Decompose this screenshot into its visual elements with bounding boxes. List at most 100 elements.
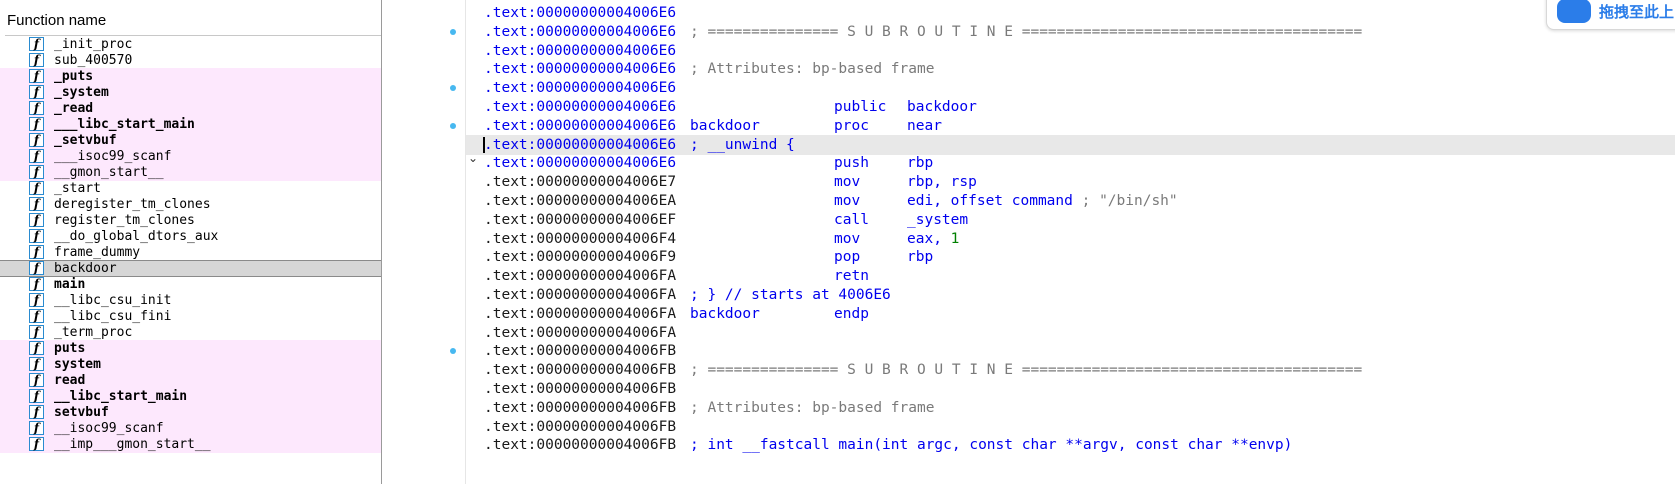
mnemonic: pop xyxy=(834,249,861,266)
function-list-header[interactable]: Function name xyxy=(5,8,381,36)
operands: near xyxy=(907,116,942,136)
function-icon: f xyxy=(29,437,44,451)
function-icon: f xyxy=(29,133,44,147)
disasm-line[interactable]: .text:00000000004006FA backdoor endp xyxy=(466,304,1675,324)
function-icon: f xyxy=(29,373,44,387)
function-list-item[interactable]: f _setvbuf xyxy=(0,132,381,149)
disasm-line[interactable]: .text:00000000004006F4 mov eax, 1 xyxy=(466,229,1675,249)
function-list-item[interactable]: f system xyxy=(0,356,381,373)
address: .text:00000000004006E6 xyxy=(484,23,677,40)
function-icon: f xyxy=(29,261,44,275)
function-name: _puts xyxy=(54,69,94,84)
label: backdoor xyxy=(690,117,760,134)
disasm-line[interactable]: .text:00000000004006F9 pop rbp xyxy=(466,247,1675,267)
disasm-line[interactable]: .text:00000000004006FB ; Attributes: bp-b… xyxy=(466,398,1675,418)
function-list-panel[interactable]: Function name f _init_proc f sub_400570 f _pu… xyxy=(0,0,382,484)
function-icon: f xyxy=(29,149,44,163)
function-name: _setvbuf xyxy=(54,133,117,148)
operand-text: rbp xyxy=(907,155,934,172)
function-list-item[interactable]: f setvbuf xyxy=(0,404,381,421)
function-list-item[interactable]: f ___isoc99_scanf xyxy=(0,148,381,165)
operand-text: rbp xyxy=(907,249,934,266)
disasm-line[interactable]: .text:00000000004006E6 xyxy=(466,41,1675,61)
function-list-item[interactable]: f _init_proc xyxy=(0,36,381,53)
mnemonic: public xyxy=(834,99,887,115)
disasm-line[interactable]: .text:00000000004006FA retn xyxy=(466,266,1675,286)
function-list-item[interactable]: f _read xyxy=(0,100,381,117)
function-list-item[interactable]: f __libc_csu_init xyxy=(0,292,381,309)
drag-drop-widget[interactable]: 拖拽至此上 xyxy=(1546,0,1675,30)
comment: ; __unwind { xyxy=(690,136,795,153)
address: .text:00000000004006FB xyxy=(484,399,677,416)
disassembly-view[interactable]: .text:00000000004006E6 .text:000000000040… xyxy=(465,0,1675,484)
disasm-line[interactable]: .text:00000000004006FB ; int __fastcall m… xyxy=(466,435,1675,455)
function-list-item[interactable]: f sub_400570 xyxy=(0,52,381,69)
disasm-line[interactable]: .text:00000000004006FA ; } // starts at 4… xyxy=(466,285,1675,305)
function-list-item[interactable]: f main xyxy=(0,276,381,293)
function-list-item[interactable]: f register_tm_clones xyxy=(0,212,381,229)
operands: edi, offset command ; "/bin/sh" xyxy=(907,191,1178,211)
disasm-line[interactable]: .text:00000000004006E6 xyxy=(466,3,1675,23)
function-icon: f xyxy=(29,117,44,131)
disasm-line[interactable]: .text:00000000004006E6 xyxy=(466,78,1675,98)
function-name: __do_global_dtors_aux xyxy=(54,229,219,244)
function-icon: f xyxy=(29,277,44,291)
function-name: backdoor xyxy=(54,261,117,276)
function-list-item[interactable]: f puts xyxy=(0,340,381,357)
address: .text:00000000004006E6 xyxy=(484,136,677,153)
function-list-item[interactable]: f frame_dummy xyxy=(0,244,381,261)
function-name: main xyxy=(54,277,86,292)
function-list-item[interactable]: f __isoc99_scanf xyxy=(0,420,381,437)
string-comment: ; "/bin/sh" xyxy=(1072,193,1178,209)
function-list-item[interactable]: f __libc_csu_fini xyxy=(0,308,381,325)
function-list-item[interactable]: f _start xyxy=(0,180,381,197)
disasm-line[interactable]: .text:00000000004006FB xyxy=(466,417,1675,437)
disasm-line[interactable]: .text:00000000004006FB xyxy=(466,341,1675,361)
function-list-item[interactable]: f backdoor xyxy=(0,260,381,277)
collapse-chevron-icon[interactable]: ⌄ xyxy=(468,151,478,165)
function-list-item[interactable]: f deregister_tm_clones xyxy=(0,196,381,213)
disasm-line[interactable]: .text:00000000004006E6 ; =============== … xyxy=(466,22,1675,42)
disasm-line[interactable]: .text:00000000004006EF call _system xyxy=(466,210,1675,230)
operands: rbp, rsp xyxy=(907,172,977,192)
disasm-line[interactable]: .text:00000000004006E6 ; Attributes: bp-b… xyxy=(466,59,1675,79)
operands: rbp xyxy=(907,153,933,173)
function-name: sub_400570 xyxy=(54,53,133,68)
function-name: _system xyxy=(54,85,109,100)
function-name: __libc_csu_fini xyxy=(54,309,172,324)
address: .text:00000000004006FB xyxy=(484,362,677,379)
function-list-item[interactable]: f __libc_start_main xyxy=(0,388,381,405)
breakpoint-dot[interactable] xyxy=(450,28,456,35)
function-list-item[interactable]: f read xyxy=(0,372,381,389)
disasm-line[interactable]: .text:00000000004006EA mov edi, offset com… xyxy=(466,191,1675,211)
function-list-item[interactable]: f _term_proc xyxy=(0,324,381,341)
function-name: ___isoc99_scanf xyxy=(54,149,172,164)
function-icon: f xyxy=(29,389,44,403)
function-list-item[interactable]: f ___libc_start_main xyxy=(0,116,381,133)
disasm-line[interactable]: .text:00000000004006FA xyxy=(466,323,1675,343)
breakpoint-dot[interactable] xyxy=(450,122,456,129)
address: .text:00000000004006FA xyxy=(484,305,677,322)
address: .text:00000000004006EA xyxy=(484,193,677,209)
function-icon: f xyxy=(29,309,44,323)
function-list-item[interactable]: f _puts xyxy=(0,68,381,85)
disasm-line[interactable]: .text:00000000004006E7 mov rbp, rsp xyxy=(466,172,1675,192)
operands: _system xyxy=(907,210,968,230)
function-list-item[interactable]: f __imp___gmon_start__ xyxy=(0,436,381,453)
disasm-line[interactable]: .text:00000000004006E6 ; __unwind { xyxy=(466,134,1675,155)
function-list-item[interactable]: f __gmon_start__ xyxy=(0,164,381,181)
function-name: ___libc_start_main xyxy=(54,117,195,132)
cloud-link-icon xyxy=(1557,0,1591,23)
address: .text:00000000004006FA xyxy=(484,287,677,303)
disasm-line[interactable]: .text:00000000004006E6 public backdoor xyxy=(466,97,1675,117)
disasm-line[interactable]: .text:00000000004006FB ; =============== … xyxy=(466,360,1675,380)
operands: rbp xyxy=(907,247,933,267)
disasm-line[interactable]: .text:00000000004006E6 push rbp xyxy=(466,153,1675,173)
function-icon: f xyxy=(29,293,44,307)
function-name: system xyxy=(54,357,101,372)
mnemonic: call xyxy=(834,211,869,228)
disasm-line[interactable]: .text:00000000004006FB xyxy=(466,379,1675,399)
disasm-line[interactable]: .text:00000000004006E6 backdoor proc near xyxy=(466,116,1675,136)
function-list-item[interactable]: f __do_global_dtors_aux xyxy=(0,228,381,245)
function-list-item[interactable]: f _system xyxy=(0,84,381,101)
